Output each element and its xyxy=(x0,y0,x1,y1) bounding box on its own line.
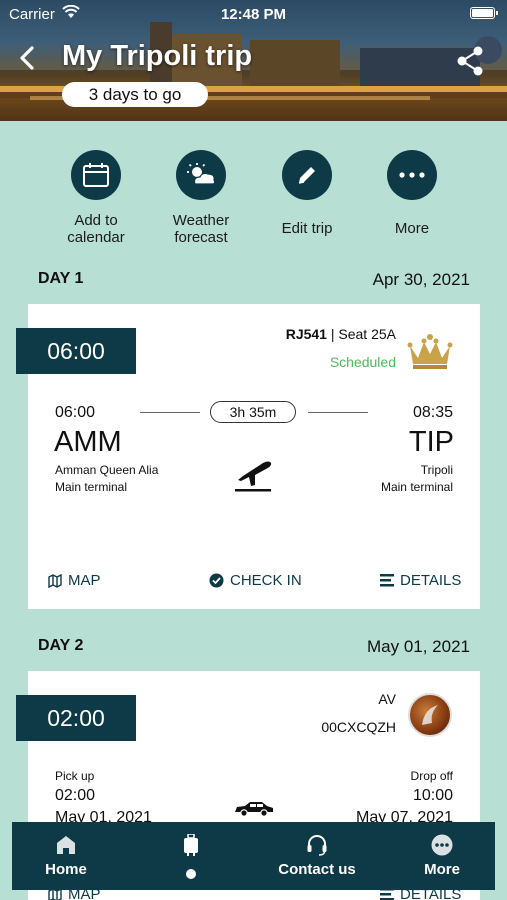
map-button[interactable]: MAP xyxy=(48,572,101,589)
flight-info: RJ541 | Seat 25A xyxy=(286,326,396,342)
arrival-terminal: Main terminal xyxy=(380,480,453,494)
confirmation-code: 00CXCQZH xyxy=(321,719,396,735)
day-header: DAY 2 May 01, 2021 xyxy=(38,637,470,661)
arrival-airport: Tripoli Main terminal xyxy=(381,462,453,496)
rental-provider: AV xyxy=(378,691,396,707)
details-label: DETAILS xyxy=(400,572,462,589)
day-label: DAY 1 xyxy=(38,270,84,287)
airplane-takeoff-icon xyxy=(235,461,272,492)
weather-forecast-button[interactable]: Weather forecast xyxy=(146,150,256,246)
battery-icon xyxy=(470,7,498,19)
check-circle-icon xyxy=(209,573,224,588)
page-title: My Tripoli trip xyxy=(62,40,253,72)
trip-actions: Add to calendar Weather forecast Edit trip xyxy=(0,150,507,250)
share-icon[interactable] xyxy=(455,45,485,77)
day-header: DAY 1 Apr 30, 2021 xyxy=(38,270,470,294)
dropoff-label: Drop off xyxy=(410,769,453,783)
add-to-calendar-label-line2: calendar xyxy=(67,229,125,246)
day-date: Apr 30, 2021 xyxy=(372,270,470,289)
departure-airport: Amman Queen Alia Main terminal xyxy=(55,462,158,496)
card-actions: MAP CHECK IN DETAILS xyxy=(28,572,480,596)
more-icon xyxy=(431,834,453,856)
check-in-button[interactable]: CHECK IN xyxy=(209,572,302,589)
ellipsis-icon xyxy=(387,150,437,200)
status-badge: Scheduled xyxy=(329,354,396,370)
car-icon xyxy=(235,802,273,817)
home-icon xyxy=(57,836,75,854)
weather-label-line2: forecast xyxy=(174,229,228,246)
bottom-tab-bar: Home Contact us More xyxy=(12,822,495,890)
flight-card[interactable]: 06:00 RJ541 | Seat 25A Scheduled 06:00 3… xyxy=(16,304,480,609)
pickup-label: Pick up xyxy=(55,769,95,783)
countdown-badge: 3 days to go xyxy=(62,82,208,107)
weather-label-line1: Weather xyxy=(172,212,230,229)
luggage-icon xyxy=(184,834,198,856)
divider xyxy=(308,412,368,413)
airline-crown-logo xyxy=(407,334,453,369)
status-bar: Carrier 12:48 PM xyxy=(0,0,507,28)
edit-trip-label: Edit trip xyxy=(281,220,333,237)
back-arrow-icon[interactable] xyxy=(14,44,42,72)
departure-code: AMM xyxy=(54,426,122,458)
header: Carrier 12:48 PM My Tripoli trip 3 days … xyxy=(0,0,507,121)
flight-number: RJ541 xyxy=(285,326,327,342)
more-actions-button[interactable]: More xyxy=(357,150,467,237)
active-tab-indicator xyxy=(186,869,196,879)
map-label: MAP xyxy=(68,572,101,589)
tab-contact-us[interactable]: Contact us xyxy=(262,822,372,890)
tab-home-label: Home xyxy=(45,861,87,878)
more-actions-label: More xyxy=(394,220,430,237)
pencil-icon xyxy=(282,150,332,200)
check-in-label: CHECK IN xyxy=(230,572,302,589)
arrival-airport-name: Tripoli xyxy=(420,463,453,477)
time-tag: 06:00 xyxy=(16,328,136,374)
details-lines-icon xyxy=(380,574,394,587)
arrival-time: 08:35 xyxy=(412,404,453,421)
status-time: 12:48 PM xyxy=(220,6,287,23)
time-tag: 02:00 xyxy=(16,695,136,741)
headset-icon xyxy=(307,835,327,856)
tab-home[interactable]: Home xyxy=(22,822,110,890)
tab-trips[interactable] xyxy=(146,822,236,890)
dropoff-time: 10:00 xyxy=(412,787,453,804)
weather-icon xyxy=(176,150,226,200)
calendar-icon xyxy=(71,150,121,200)
day-label: DAY 2 xyxy=(38,637,84,654)
pickup-time: 02:00 xyxy=(55,787,96,804)
map-icon xyxy=(48,573,62,588)
add-to-calendar-label-line1: Add to xyxy=(74,212,118,229)
rental-company-logo xyxy=(408,693,452,737)
seat-info: | Seat 25A xyxy=(330,326,396,342)
departure-airport-name: Amman Queen Alia xyxy=(55,463,159,477)
tab-contact-label: Contact us xyxy=(278,861,356,878)
tab-more-label: More xyxy=(424,861,460,878)
divider xyxy=(140,412,200,413)
day-date: May 01, 2021 xyxy=(366,637,470,656)
duration-pill: 3h 35m xyxy=(210,401,296,423)
departure-time: 06:00 xyxy=(55,404,96,421)
departure-terminal: Main terminal xyxy=(55,480,128,494)
edit-trip-button[interactable]: Edit trip xyxy=(252,150,362,237)
arrival-code: TIP xyxy=(408,426,454,458)
add-to-calendar-button[interactable]: Add to calendar xyxy=(41,150,151,246)
details-button[interactable]: DETAILS xyxy=(380,572,461,589)
tab-more[interactable]: More xyxy=(398,822,486,890)
